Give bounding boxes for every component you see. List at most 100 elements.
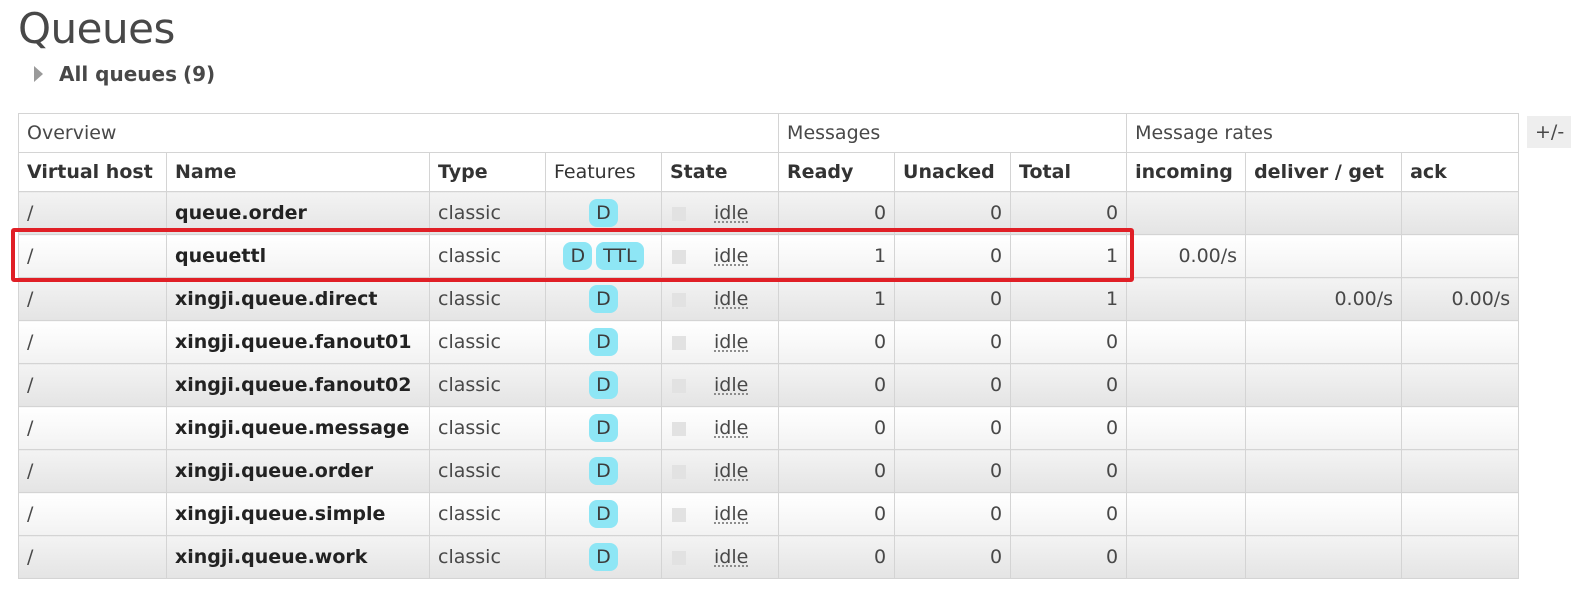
table-row: / xingji.queue.fanout01 classic Didle 0 0 0 <box>18 320 1520 364</box>
group-header-overview: Overview <box>17 113 780 153</box>
cell-deliver-get <box>1245 535 1403 579</box>
all-queues-label: All queues <box>59 62 177 86</box>
cell-total: 0 <box>1010 320 1128 364</box>
cell-unacked: 0 <box>894 234 1012 278</box>
cell-unacked: 0 <box>894 191 1012 235</box>
cell-type: classic <box>429 363 546 407</box>
feature-badge: D <box>589 543 618 571</box>
state-indicator-icon <box>672 507 686 522</box>
col-header-features: Features <box>545 152 662 192</box>
cell-total: 0 <box>1010 535 1128 579</box>
expand-triangle-icon <box>34 66 43 82</box>
cell-deliver-get <box>1245 191 1403 235</box>
cell-type: classic <box>429 191 546 235</box>
cell-ack <box>1401 535 1520 579</box>
cell-state: idle <box>660 492 780 536</box>
cell-ready: 1 <box>778 277 896 321</box>
cell-features: D <box>545 492 662 536</box>
cell-ready: 0 <box>778 406 896 450</box>
queue-name-link[interactable]: queue.order <box>166 191 430 235</box>
queue-name-link[interactable]: xingji.queue.fanout01 <box>166 320 430 364</box>
column-toggle-button[interactable]: +/- <box>1527 116 1571 148</box>
cell-incoming <box>1126 363 1247 407</box>
col-header-name[interactable]: Name <box>166 152 430 192</box>
cell-state: idle <box>660 535 780 579</box>
col-header-ack[interactable]: ack <box>1401 152 1520 192</box>
table-row: / queuettl classic D TTL idle 1 0 1 0.00/s <box>18 234 1520 278</box>
queue-name-link[interactable]: xingji.queue.order <box>166 449 430 493</box>
queue-name-link[interactable]: xingji.queue.fanout02 <box>166 363 430 407</box>
table-row: / xingji.queue.fanout02 classic Didle 0 0 0 <box>18 363 1520 407</box>
queue-name-link[interactable]: xingji.queue.message <box>166 406 430 450</box>
cell-type: classic <box>429 406 546 450</box>
cell-features: D <box>545 363 662 407</box>
state-indicator-icon <box>672 464 686 479</box>
all-queues-toggle[interactable]: All queues (9) <box>34 60 215 88</box>
col-header-type[interactable]: Type <box>429 152 546 192</box>
cell-type: classic <box>429 449 546 493</box>
cell-features: D <box>545 320 662 364</box>
state-label: idle <box>714 288 749 310</box>
cell-unacked: 0 <box>894 535 1012 579</box>
queue-name-link[interactable]: queuettl <box>166 234 430 278</box>
cell-virtual-host: / <box>18 320 167 364</box>
cell-virtual-host: / <box>18 191 167 235</box>
state-indicator-icon <box>672 378 686 393</box>
state-label: idle <box>714 331 749 353</box>
feature-badge: D <box>589 457 618 485</box>
col-header-virtual-host[interactable]: Virtual host <box>18 152 167 192</box>
cell-virtual-host: / <box>18 277 167 321</box>
cell-deliver-get <box>1245 320 1403 364</box>
cell-ack <box>1401 492 1520 536</box>
cell-total: 0 <box>1010 449 1128 493</box>
cell-total: 0 <box>1010 492 1128 536</box>
cell-total: 1 <box>1010 277 1128 321</box>
cell-features: D <box>545 191 662 235</box>
cell-deliver-get <box>1245 363 1403 407</box>
feature-badge: D <box>589 371 618 399</box>
cell-type: classic <box>429 234 546 278</box>
col-header-state[interactable]: State <box>660 152 780 192</box>
cell-incoming <box>1126 449 1247 493</box>
cell-deliver-get <box>1245 234 1403 278</box>
col-header-ready[interactable]: Ready <box>778 152 896 192</box>
cell-unacked: 0 <box>894 363 1012 407</box>
queue-name-link[interactable]: xingji.queue.work <box>166 535 430 579</box>
col-header-incoming[interactable]: incoming <box>1126 152 1247 192</box>
group-header-messages: Messages <box>778 113 1128 153</box>
cell-ack <box>1401 363 1520 407</box>
cell-virtual-host: / <box>18 234 167 278</box>
table-row: / xingji.queue.work classic Didle 0 0 0 <box>18 535 1520 579</box>
queue-name-link[interactable]: xingji.queue.direct <box>166 277 430 321</box>
cell-state: idle <box>660 406 780 450</box>
col-header-total[interactable]: Total <box>1010 152 1128 192</box>
cell-deliver-get <box>1245 406 1403 450</box>
state-indicator-icon <box>672 292 686 307</box>
cell-virtual-host: / <box>18 535 167 579</box>
table-row: / xingji.queue.message classic Didle 0 0 0 <box>18 406 1520 450</box>
cell-state: idle <box>660 234 780 278</box>
cell-virtual-host: / <box>18 449 167 493</box>
queue-name-link[interactable]: xingji.queue.simple <box>166 492 430 536</box>
cell-virtual-host: / <box>18 406 167 450</box>
queue-count: (9) <box>182 62 216 86</box>
group-header-message-rates: Message rates <box>1126 113 1520 153</box>
cell-unacked: 0 <box>894 320 1012 364</box>
cell-ack <box>1401 234 1520 278</box>
cell-state: idle <box>660 191 780 235</box>
feature-badge: D <box>589 500 618 528</box>
state-label: idle <box>714 417 749 439</box>
col-header-unacked[interactable]: Unacked <box>894 152 1012 192</box>
queue-rows: / queue.order classic Didle 0 0 0/queuettl clas… <box>18 191 1520 579</box>
cell-ready: 1 <box>778 234 896 278</box>
cell-features: D <box>545 277 662 321</box>
state-label: idle <box>714 202 749 224</box>
col-header-deliver-get[interactable]: deliver / get <box>1245 152 1403 192</box>
cell-unacked: 0 <box>894 277 1012 321</box>
page-title: Queues <box>18 4 175 53</box>
cell-unacked: 0 <box>894 449 1012 493</box>
state-label: idle <box>714 245 749 267</box>
cell-features: D <box>545 449 662 493</box>
state-indicator-icon <box>672 249 686 264</box>
cell-ready: 0 <box>778 492 896 536</box>
